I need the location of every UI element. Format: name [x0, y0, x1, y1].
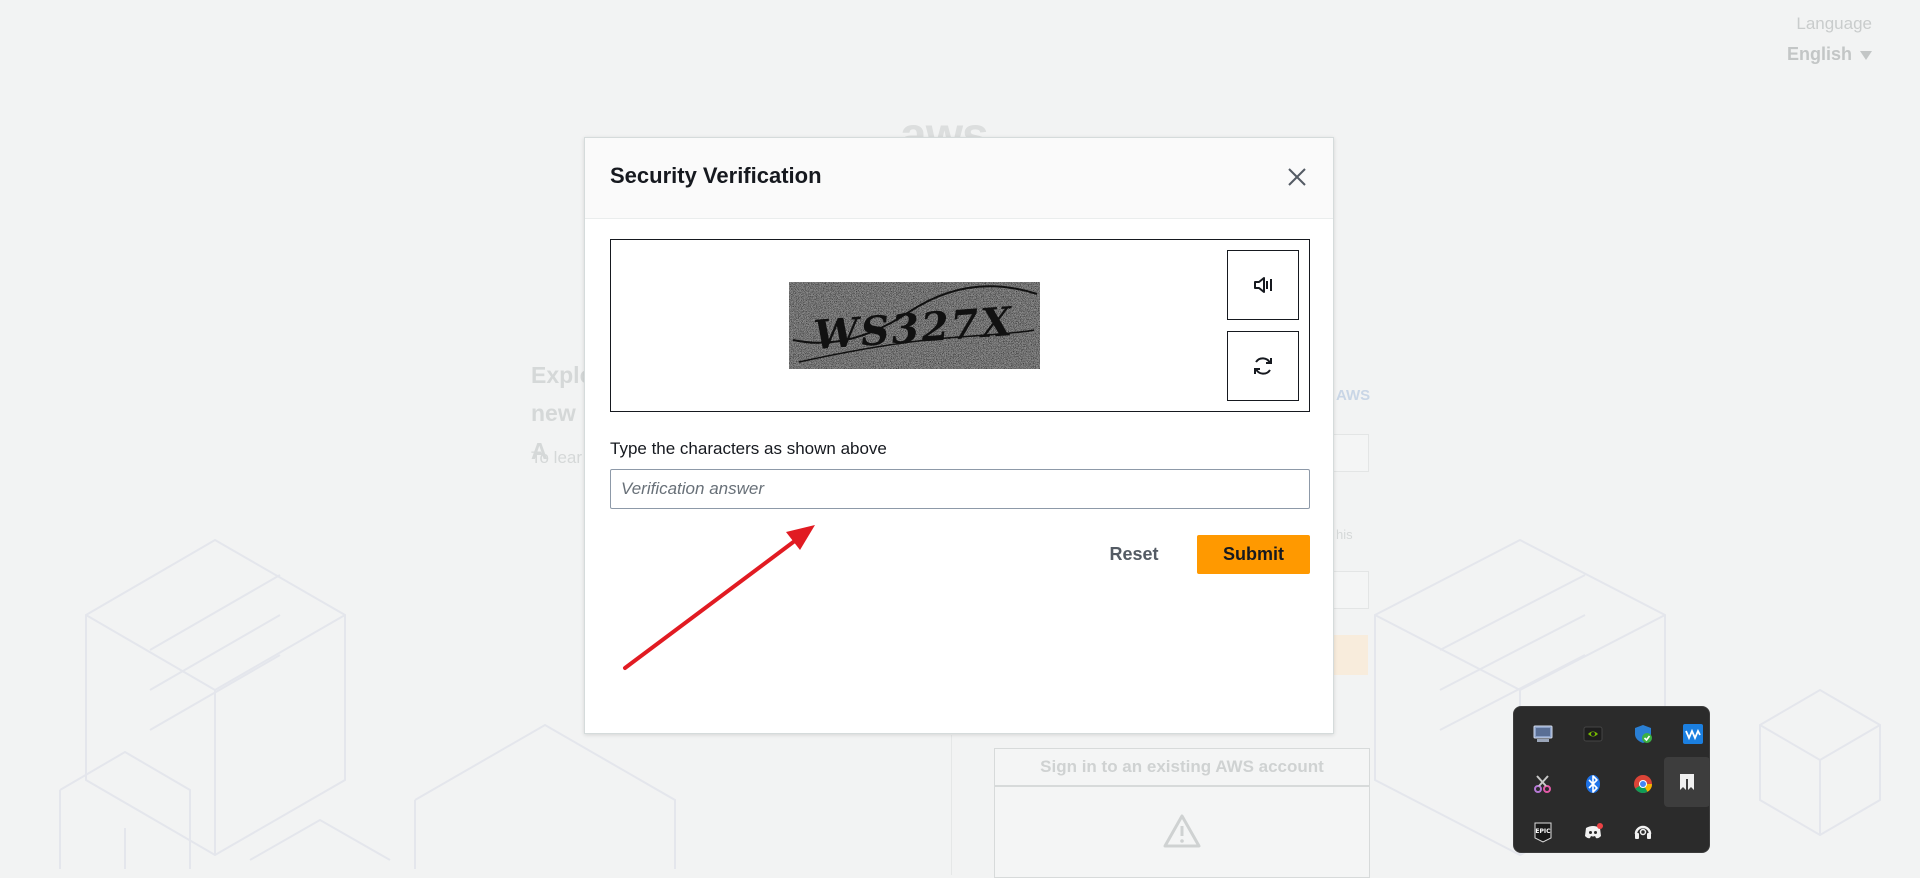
verification-field-label: Type the characters as shown above: [610, 439, 887, 458]
sign-in-existing-account-button[interactable]: Sign in to an existing AWS account: [994, 748, 1370, 786]
snipping-tool-icon[interactable]: [1520, 761, 1566, 807]
nvidia-icon[interactable]: [1570, 711, 1616, 757]
captcha-container: WS327X: [610, 239, 1310, 412]
close-icon: [1288, 168, 1306, 186]
security-verification-modal: Security Verification WS327X Type the ch…: [584, 137, 1334, 734]
svg-text:EPIC: EPIC: [1535, 828, 1551, 835]
language-label: Language: [1796, 14, 1872, 33]
bookmark-app-icon[interactable]: [1664, 757, 1710, 807]
background-input-2[interactable]: [1334, 571, 1369, 609]
aws-link[interactable]: AWS: [1336, 387, 1370, 404]
background-divider: [951, 735, 952, 875]
close-button[interactable]: [1283, 163, 1311, 191]
headset-icon[interactable]: [1620, 809, 1666, 855]
explore-heading-line1: Explo: [531, 362, 591, 388]
audio-meter-icon[interactable]: [1670, 711, 1716, 757]
audio-icon: [1254, 277, 1272, 293]
verification-answer-input[interactable]: [610, 469, 1310, 509]
caret-down-icon: [1860, 50, 1872, 60]
system-tray-overflow: EPIC: [1513, 706, 1710, 853]
epic-games-icon[interactable]: EPIC: [1520, 809, 1566, 855]
refresh-icon: [1254, 357, 1272, 375]
modal-title: Security Verification: [610, 163, 822, 188]
chrome-icon[interactable]: [1620, 761, 1666, 807]
background-fragment-text: his: [1336, 527, 1353, 542]
refresh-captcha-button[interactable]: [1227, 331, 1299, 401]
background-primary-button[interactable]: [1334, 635, 1368, 675]
audio-captcha-button[interactable]: [1227, 250, 1299, 320]
modal-header: Security Verification: [585, 138, 1333, 219]
language-selector[interactable]: Language English: [1787, 14, 1872, 65]
security-shield-icon[interactable]: [1620, 711, 1666, 757]
submit-button[interactable]: Submit: [1197, 535, 1310, 574]
discord-icon[interactable]: [1570, 809, 1616, 855]
language-value: English: [1786, 44, 1852, 64]
background-input-1[interactable]: [1334, 434, 1369, 472]
bluetooth-icon[interactable]: [1570, 761, 1616, 807]
captcha-image: WS327X: [789, 282, 1040, 369]
reset-button[interactable]: Reset: [1099, 535, 1169, 573]
to-learn-text: To lear: [531, 448, 583, 467]
display-icon[interactable]: [1520, 711, 1566, 757]
warning-icon: [1163, 814, 1201, 848]
